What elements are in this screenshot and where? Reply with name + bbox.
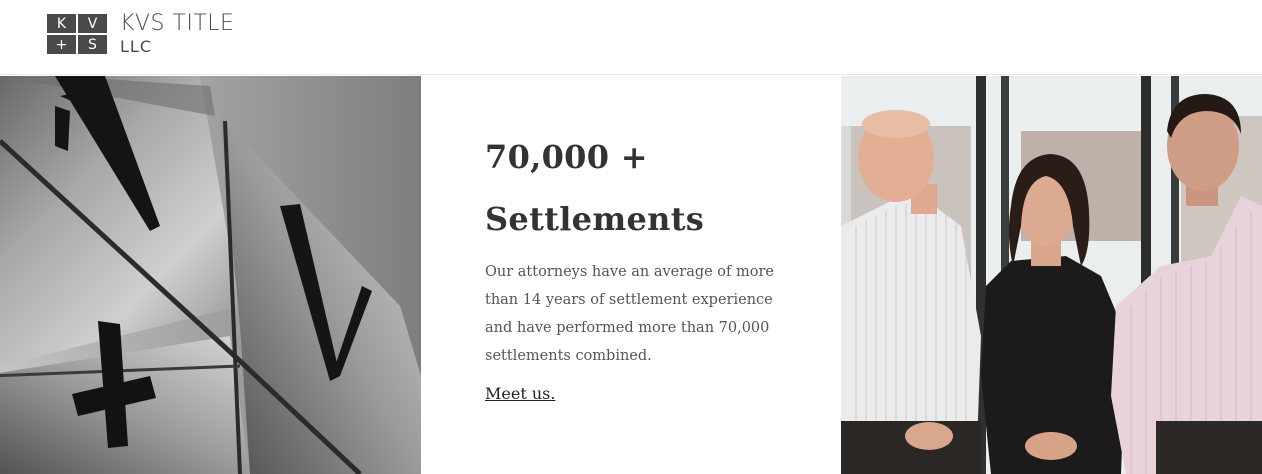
site-header: K V + S KVS TITLE LLC — [0, 0, 1262, 75]
logo-subtitle: LLC — [120, 37, 152, 56]
logo-mark-v: V — [78, 14, 107, 33]
headline-count: 70,000 + — [485, 138, 648, 176]
logo-mark-icon: K V + S — [47, 14, 107, 54]
logo-title: KVS TITLE — [120, 11, 235, 36]
metal-letters-graphic — [0, 76, 421, 474]
team-photo — [841, 76, 1262, 474]
logo-mark-k: K — [47, 14, 76, 33]
logo-text: KVS TITLE LLC — [120, 13, 234, 55]
settlements-description: Our attorneys have an average of more th… — [485, 264, 775, 364]
settlements-section: 70,000 + Settlements Our attorneys have … — [421, 76, 841, 474]
settlements-headline: 70,000 + Settlements — [485, 126, 704, 250]
headline-label: Settlements — [485, 200, 705, 238]
logo-mark-plus: + — [47, 35, 76, 54]
metal-letters-image — [0, 76, 421, 474]
team-photo-graphic — [841, 76, 1262, 474]
meet-us-link[interactable]: Meet us. — [485, 384, 555, 403]
site-logo[interactable]: K V + S KVS TITLE LLC — [47, 13, 234, 55]
logo-mark-s: S — [78, 35, 107, 54]
